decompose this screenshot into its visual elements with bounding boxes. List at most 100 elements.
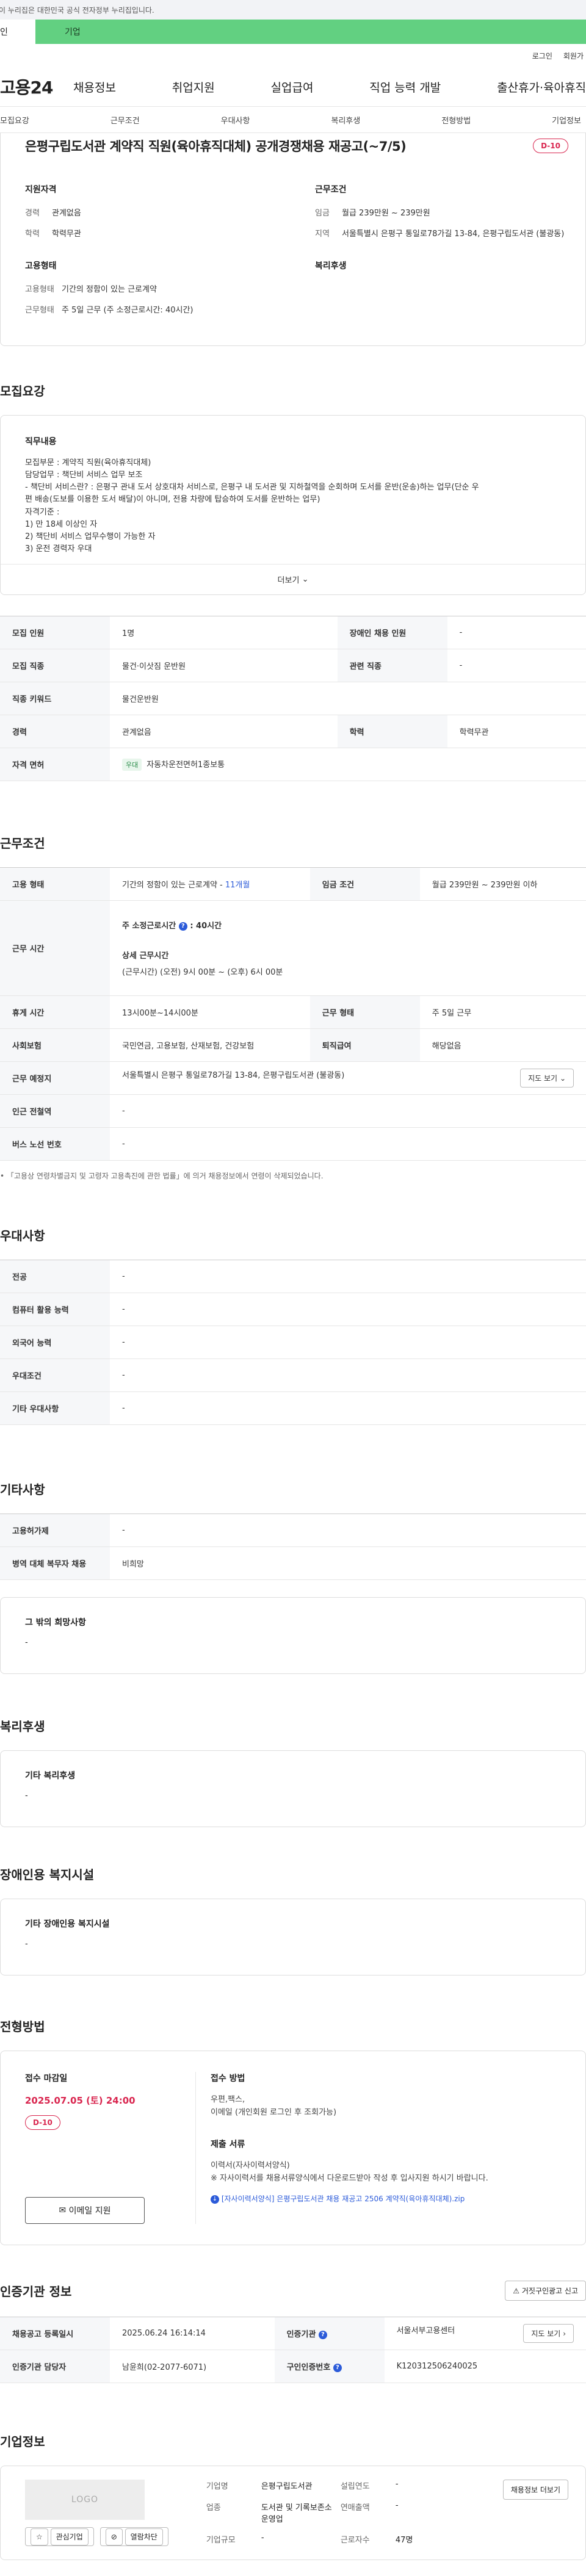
cell-value: - — [447, 616, 586, 650]
gnb-item-training[interactable]: 직업 능력 개발 — [369, 79, 441, 95]
help-icon[interactable]: ? — [318, 2330, 327, 2339]
age-note: • 「고용상 연령차별금지 및 고령자 고용촉진에 관한 법률」에 의거 채용정… — [0, 1172, 324, 1181]
section-tabs: 모집요강 근무조건 우대사항 복리후생 전형방법 기업정보 — [0, 106, 586, 133]
block-button[interactable]: ⊘ 열람차단 — [99, 2527, 168, 2547]
more-button[interactable]: 더보기 ⌄ — [1, 564, 585, 594]
report-icon: ⚠ — [513, 2287, 520, 2296]
tab-recruit[interactable]: 모집요강 — [0, 114, 29, 126]
block-icon: ⊘ — [105, 2528, 123, 2546]
table-row: 자격 면허 우대 자동차운전면허1종보통 — [0, 748, 586, 782]
tab-selection[interactable]: 전형방법 — [441, 114, 471, 126]
etc-section-title: 기타사항 — [0, 1482, 45, 1498]
dday-badge: D-10 — [533, 139, 568, 153]
gnb-item-unemployment[interactable]: 실업급여 — [271, 79, 314, 95]
cell-key: 임금 조건 — [309, 867, 420, 901]
recruit-section-title: 모집요강 — [0, 384, 45, 399]
cell-value: 남윤희(02-2077-6071) — [110, 2350, 275, 2384]
welfare-box: 기타 복리후생 - — [0, 1750, 586, 1828]
table-row: 모집 인원 1명 장애인 채용 인원 - — [0, 616, 586, 650]
cell-key: 전공 — [0, 1260, 110, 1294]
chevron-down-icon: ⌄ — [559, 1074, 566, 1083]
cell-key: 근무 형태 — [309, 995, 420, 1030]
area-label: 지역 — [315, 229, 330, 239]
cell-key: 인근 전철역 — [0, 1094, 110, 1128]
table-row: 고용 형태 기간의 정함이 있는 근로계약 - 11개월 임금 조건 월급 23… — [0, 867, 586, 901]
help-icon[interactable]: ? — [333, 2363, 342, 2372]
gnb-item-employment-support[interactable]: 취업지원 — [172, 79, 215, 95]
cell-value: 기간의 정함이 있는 근로계약 - 11개월 — [110, 867, 310, 901]
report-button[interactable]: ⚠ 거짓구인광고 신고 — [505, 2281, 586, 2301]
founded-label: 설립연도 — [340, 2482, 370, 2492]
company-logo-placeholder: LOGO — [25, 2480, 145, 2520]
method-line: 우편,팩스, — [211, 2095, 245, 2105]
company-name: 은평구립도서관 — [261, 2482, 313, 2492]
cell-value: 2025.06.24 16:14:14 — [110, 2317, 275, 2351]
favorite-button[interactable]: ☆ 관심기업 — [25, 2527, 94, 2547]
cell-value: - — [110, 1293, 586, 1327]
tab-conditions[interactable]: 근무조건 — [110, 114, 140, 126]
tab-preference[interactable]: 우대사항 — [221, 114, 250, 126]
education-label: 학력 — [25, 229, 40, 239]
size-label: 기업규모 — [206, 2536, 236, 2545]
emp-type-label: 고용형태 — [25, 285, 54, 294]
age-note-text: 「고용상 연령차별금지 및 고령자 고용촉진에 관한 법률」에 의거 채용정보에… — [6, 1172, 324, 1181]
company-name-label: 기업명 — [206, 2482, 228, 2492]
tab-individual[interactable]: 인 — [0, 20, 35, 44]
cert-table: 채용공고 등록일시 2025.06.24 16:14:14 인증기관 ? 서울서… — [0, 2317, 586, 2384]
cell-key: 채용공고 등록일시 — [0, 2317, 110, 2351]
help-icon[interactable]: ? — [178, 922, 187, 931]
detail-hours-label: 상세 근무시간 — [122, 951, 169, 961]
weekly-hours-label: 주 소정근로시간 — [122, 922, 176, 931]
apply-card: 접수 마감일 2025.07.05 (토) 24:00 D-10 ✉ 이메일 지… — [0, 2051, 586, 2246]
gnb-item-jobs[interactable]: 채용정보 — [73, 79, 116, 95]
duties-line: 자격기준 : — [25, 507, 60, 517]
job-title: 은평구립도서관 계약직 직원(육아휴직대체) 공개경쟁채용 재공고(~7/5) — [25, 139, 407, 154]
cell-key: 인증기관 ? — [274, 2317, 385, 2351]
duties-line: 편 배송(도보를 이용한 도서 배달)이 아니며, 전용 차량에 탑승하여 도서… — [25, 495, 320, 505]
cell-key: 직종 키워드 — [0, 682, 110, 716]
disability-value: - — [25, 1939, 28, 1949]
tab-company[interactable]: 기업정보 — [552, 114, 581, 126]
site-logo[interactable]: 고용24 — [0, 74, 73, 99]
duties-box: 직무내용 모집부문 : 계약직 직원(육아휴직대체) 담당업무 : 책단비 서비… — [0, 415, 586, 596]
tab-corporate[interactable]: 기업 — [35, 20, 586, 44]
cell-value: - — [110, 1260, 586, 1294]
cell-key: 퇴직급여 — [309, 1028, 420, 1063]
location-value: 서울특별시 은평구 통일로78가길 13-84, 은평구립도서관 (불광동) — [122, 1071, 345, 1081]
cell-value: 국민연금, 고용보험, 산재보험, 건강보험 — [110, 1028, 310, 1063]
map-button[interactable]: 지도 보기 › — [523, 2324, 574, 2343]
gov-notice: 이 누리집은 대한민국 공식 전자정부 누리집입니다. — [0, 5, 154, 15]
user-type-bar: 인 기업 — [0, 20, 586, 44]
gnb-item-leave[interactable]: 출산휴가·육아휴직 — [497, 79, 586, 95]
cell-key: 관련 직종 — [337, 649, 447, 683]
career-value: 관계없음 — [52, 209, 81, 218]
duties-heading: 직무내용 — [25, 437, 57, 447]
email-apply-button[interactable]: ✉ 이메일 지원 — [25, 2197, 145, 2224]
cell-value: 서울서부고용센터 지도 보기 › — [384, 2317, 586, 2351]
table-row: 기타 우대사항 - — [0, 1391, 586, 1426]
cell-value: - — [110, 1358, 586, 1393]
cell-key: 모집 직종 — [0, 649, 110, 683]
disability-section-title: 장애인용 복지시설 — [0, 1867, 95, 1883]
welfare-section-title: 복리후생 — [0, 1719, 45, 1734]
star-icon: ☆ — [31, 2528, 48, 2546]
attachment-link[interactable]: ↓ [자사이력서양식] 은평구립도서관 채용 재공고 2506 계약직(육아휴직… — [211, 2193, 563, 2204]
login-link[interactable]: 로그인 — [532, 51, 552, 61]
table-row: 채용공고 등록일시 2025.06.24 16:14:14 인증기관 ? 서울서… — [0, 2317, 586, 2351]
table-row: 근무 예정지 서울특별시 은평구 통일로78가길 13-84, 은평구립도서관 … — [0, 1061, 586, 1095]
gov-notice-bar: 이 누리집은 대한민국 공식 전자정부 누리집입니다. — [0, 0, 586, 20]
table-row: 모집 직종 물건·이삿짐 운반원 관련 직종 - — [0, 649, 586, 683]
tab-welfare[interactable]: 복리후생 — [331, 114, 360, 126]
work-form-label: 근무형태 — [25, 305, 54, 315]
welfare-title: 기타 복리후생 — [25, 1771, 76, 1781]
signup-link[interactable]: 회원가 — [563, 51, 584, 61]
preference-section-title: 우대사항 — [0, 1228, 45, 1244]
cell-key: 구인인증번호 ? — [274, 2350, 385, 2384]
conditions-table: 고용 형태 기간의 정함이 있는 근로계약 - 11개월 임금 조건 월급 23… — [0, 867, 586, 1161]
wage-value: 월급 239만원 ~ 239만원 — [342, 209, 430, 218]
company-jobs-button[interactable]: 채용정보 더보기 — [502, 2480, 568, 2500]
other-wishes-title: 그 밖의 희망사항 — [25, 1618, 86, 1628]
map-button[interactable]: 지도 보기 ⌄ — [520, 1069, 574, 1088]
job-summary-card: 은평구립도서관 계약직 직원(육아휴직대체) 공개경쟁채용 재공고(~7/5) … — [0, 133, 586, 346]
employment-heading: 고용형태 — [25, 261, 57, 271]
